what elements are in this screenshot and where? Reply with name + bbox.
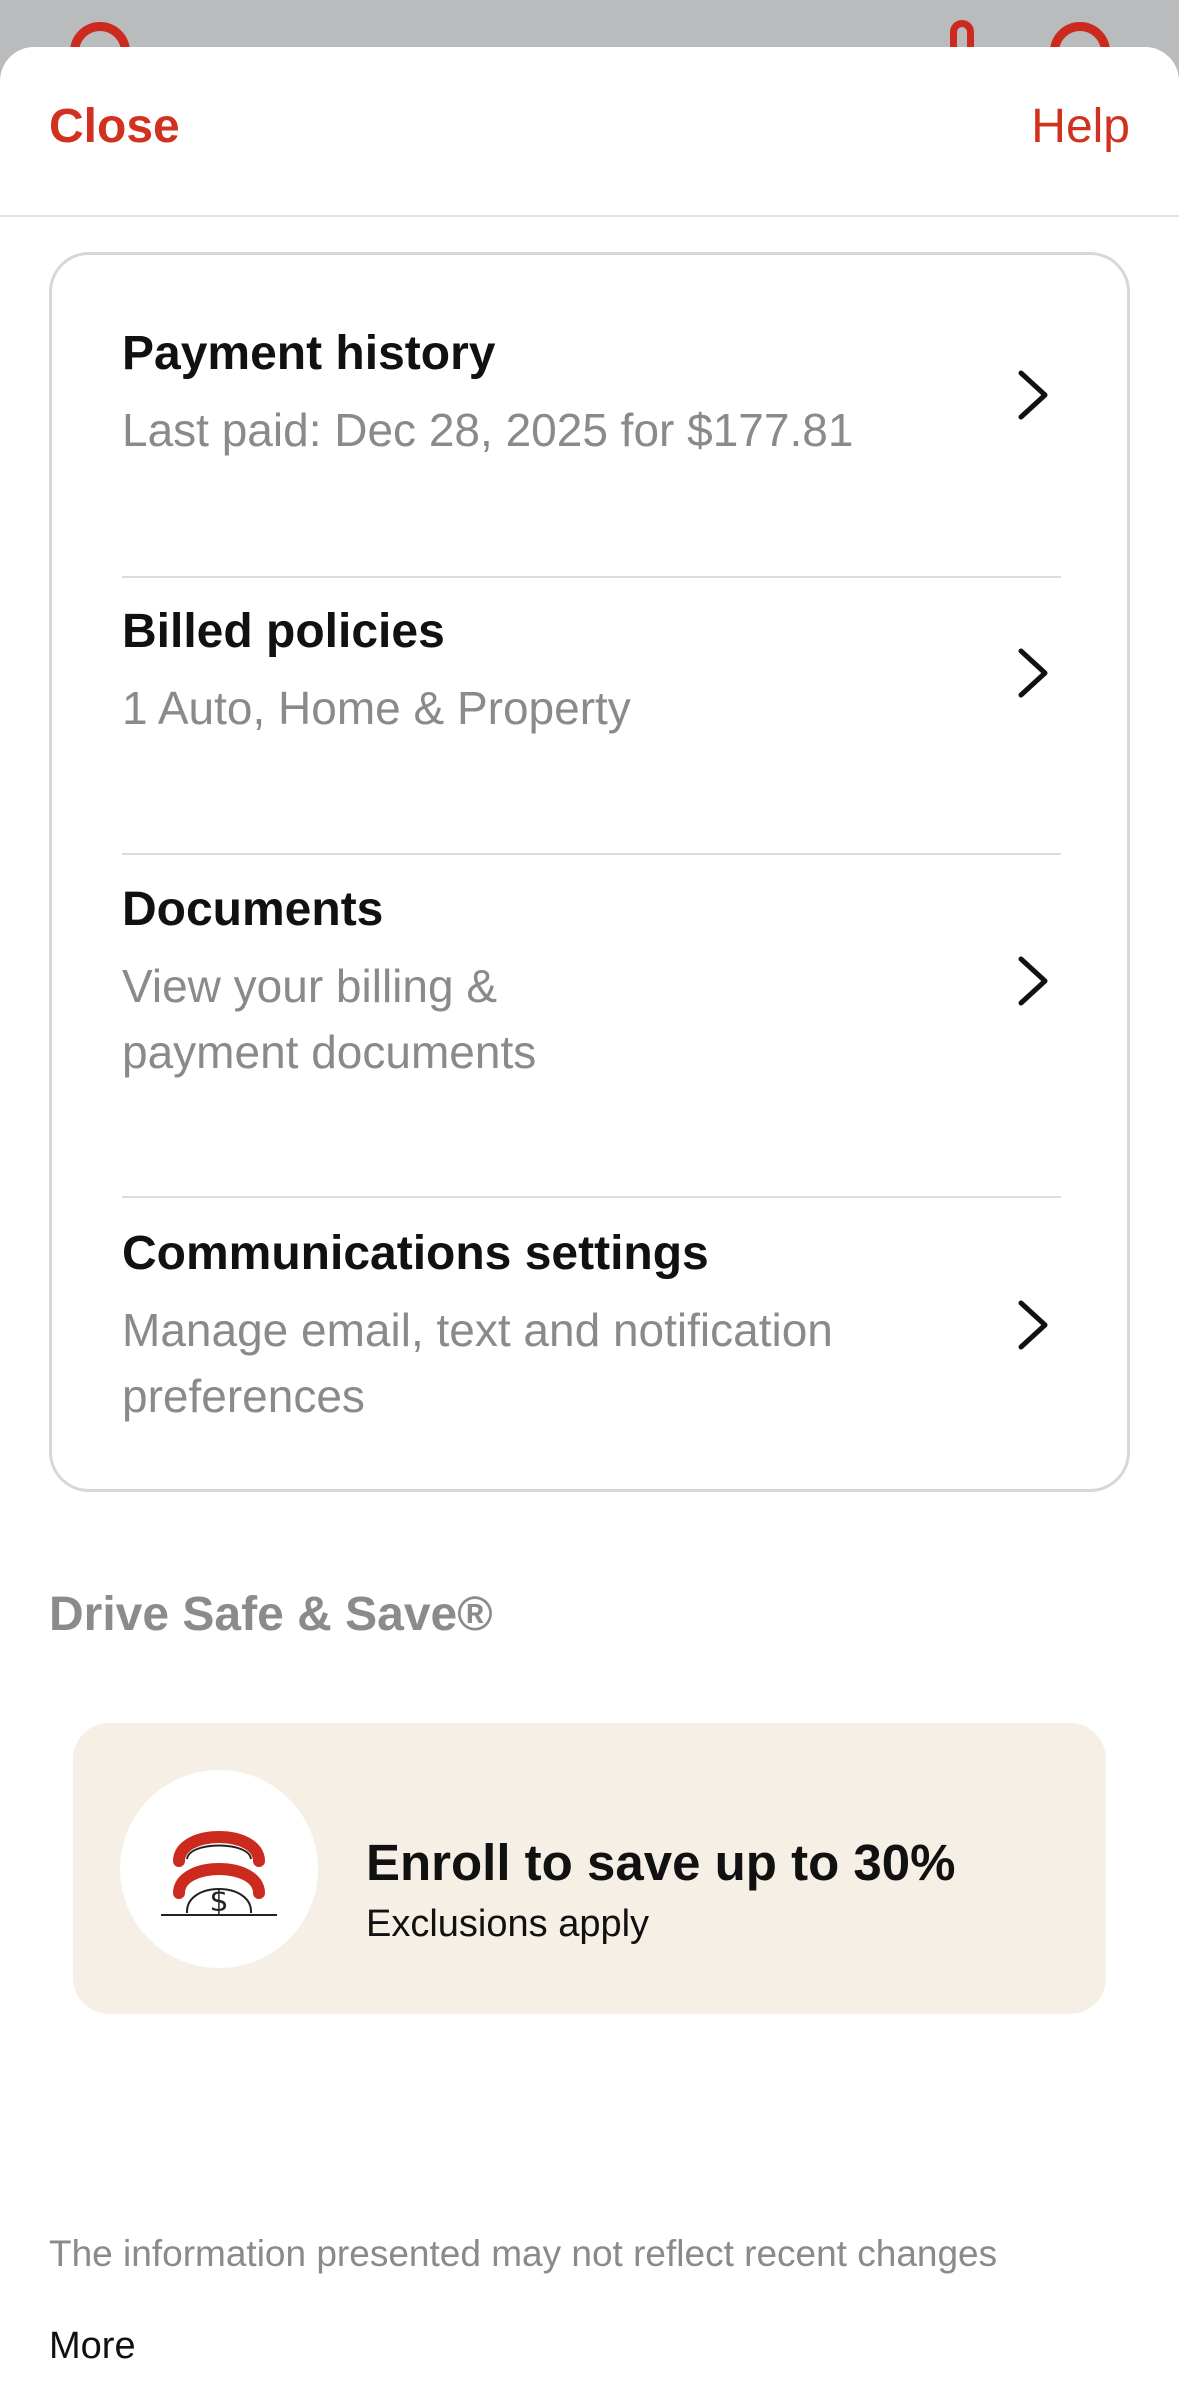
billed-policies-row[interactable]: Billed policies 1 Auto, Home & Property — [122, 603, 1061, 743]
help-button[interactable]: Help — [1031, 103, 1130, 151]
savings-coin-icon: $ — [161, 1831, 277, 1919]
row-subtitle: View your billing & payment documents — [122, 960, 537, 1078]
more-link[interactable]: More — [49, 2325, 136, 2368]
row-title: Documents — [122, 883, 384, 936]
chevron-right-icon — [1018, 956, 1048, 1006]
divider — [122, 1196, 1061, 1198]
close-button[interactable]: Close — [49, 103, 180, 151]
chevron-right-icon — [1018, 1300, 1048, 1350]
drive-safe-section-title: Drive Safe & Save® — [49, 1588, 493, 1641]
chevron-right-icon — [1018, 648, 1048, 698]
billing-sheet: Close Help Payment history Last paid: De… — [0, 47, 1179, 2396]
communications-settings-row[interactable]: Communications settings Manage email, te… — [122, 1225, 1061, 1435]
promo-icon-circle: $ — [120, 1770, 318, 1968]
payment-history-row[interactable]: Payment history Last paid: Dec 28, 2025 … — [122, 325, 1061, 465]
billing-menu-card: Payment history Last paid: Dec 28, 2025 … — [49, 252, 1130, 1492]
row-subtitle: 1 Auto, Home & Property — [122, 682, 631, 734]
divider — [122, 853, 1061, 855]
sheet-header: Close Help — [0, 47, 1179, 217]
disclaimer-text: The information presented may not reflec… — [49, 2233, 998, 2274]
svg-text:$: $ — [209, 1884, 228, 1919]
chevron-right-icon — [1018, 370, 1048, 420]
row-title: Payment history — [122, 327, 496, 380]
divider — [122, 576, 1061, 578]
row-title: Communications settings — [122, 1227, 709, 1280]
documents-row[interactable]: Documents View your billing & payment do… — [122, 881, 1061, 1091]
promo-subtitle: Exclusions apply — [366, 1903, 650, 1945]
row-title: Billed policies — [122, 605, 445, 658]
row-subtitle: Manage email, text and notification pref… — [122, 1304, 833, 1422]
promo-title: Enroll to save up to 30% — [366, 1834, 956, 1891]
drive-safe-enroll-card[interactable]: $ Enroll to save up to 30% Exclusions ap… — [73, 1723, 1106, 2014]
row-subtitle: Last paid: Dec 28, 2025 for $177.81 — [122, 404, 854, 456]
